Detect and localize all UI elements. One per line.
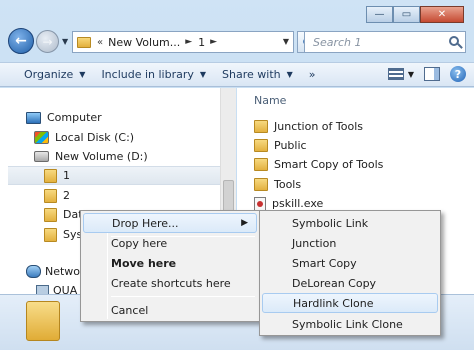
menu-item-symbolic-link[interactable]: Symbolic Link — [262, 213, 438, 233]
breadcrumb-arrow-icon[interactable]: ► — [185, 37, 192, 47]
folder-icon — [26, 301, 60, 341]
menu-item-cancel[interactable]: Cancel — [83, 300, 257, 320]
forward-button[interactable]: → — [36, 30, 59, 53]
tree-item-local-disk[interactable]: Local Disk (C:) — [0, 128, 220, 147]
file-name: Tools — [274, 178, 302, 191]
computer-icon — [26, 111, 41, 124]
drive-icon — [34, 151, 49, 162]
menu-item-label: Drop Here... — [112, 216, 179, 230]
minimize-button[interactable]: — — [366, 6, 393, 23]
folder-icon — [44, 207, 57, 222]
breadcrumb-new-volume[interactable]: New Volum... — [108, 36, 180, 49]
menu-item-label: Symbolic Link — [292, 216, 369, 230]
list-item[interactable]: Junction of Tools — [254, 117, 363, 136]
folder-icon — [254, 139, 268, 152]
menu-item-copy-here[interactable]: Copy here — [83, 233, 257, 253]
organize-button[interactable]: Organize ▼ — [16, 63, 93, 86]
file-name: Smart Copy of Tools — [274, 158, 384, 171]
folder-icon — [77, 36, 91, 48]
file-name: pskill.exe — [272, 197, 324, 210]
chevron-down-icon: ▼ — [286, 70, 293, 79]
tree-item-label: Netwo — [45, 265, 81, 278]
submenu-arrow-icon: ▶ — [241, 218, 248, 228]
menu-item-hardlink-clone[interactable]: Hardlink Clone — [262, 293, 438, 313]
more-commands-label: » — [308, 68, 316, 81]
folder-icon — [254, 158, 268, 171]
list-item[interactable]: Tools — [254, 175, 301, 194]
include-in-library-button[interactable]: Include in library ▼ — [93, 63, 214, 86]
breadcrumb-arrow-icon[interactable]: ► — [210, 37, 217, 47]
tree-item-2[interactable]: 2 — [0, 186, 220, 205]
explorer-window: — ▭ ✕ ← → ▼ « New Volum... ► 1 ► ▼ ⟳ Sea… — [0, 0, 474, 350]
help-icon[interactable]: ? — [450, 66, 466, 82]
folder-icon — [44, 188, 57, 203]
list-item[interactable]: Smart Copy of Tools — [254, 155, 383, 174]
drop-here-submenu: Symbolic Link Junction Smart Copy DeLore… — [259, 210, 441, 336]
search-placeholder: Search 1 — [313, 35, 362, 49]
menu-item-delorean-copy[interactable]: DeLorean Copy — [262, 273, 438, 293]
tree-item-label: Computer — [47, 111, 102, 124]
include-in-library-label: Include in library — [101, 68, 194, 81]
menu-separator — [111, 296, 255, 297]
menu-item-symbolic-link-clone[interactable]: Symbolic Link Clone — [262, 314, 438, 334]
menu-item-drop-here[interactable]: Drop Here... ▶ — [83, 213, 257, 233]
menu-item-label: DeLorean Copy — [292, 276, 377, 290]
menu-item-label: Move here — [111, 256, 177, 270]
tree-item-label: New Volume (D:) — [55, 150, 148, 163]
navigation-bar: ← → ▼ « New Volum... ► 1 ► ▼ ⟳ Search 1 — [6, 28, 468, 56]
exe-icon — [254, 196, 266, 211]
menu-item-move-here[interactable]: Move here — [83, 253, 257, 273]
tree-item-label: 1 — [63, 169, 70, 182]
toolbar-right: ▼ ? — [387, 66, 466, 82]
chevron-down-icon: ▼ — [79, 70, 86, 79]
folder-icon — [254, 120, 268, 133]
tree-item-label: Local Disk (C:) — [55, 131, 135, 144]
search-input[interactable]: Search 1 — [304, 31, 466, 53]
folder-icon — [254, 178, 268, 191]
close-button[interactable]: ✕ — [420, 6, 464, 23]
menu-item-label: Cancel — [111, 303, 149, 317]
menu-item-label: Symbolic Link Clone — [292, 317, 403, 331]
address-dropdown-icon[interactable]: ▼ — [283, 37, 289, 46]
tree-item-label: 2 — [63, 189, 70, 202]
menu-item-create-shortcuts[interactable]: Create shortcuts here — [83, 273, 257, 293]
search-icon[interactable] — [449, 36, 459, 46]
file-name: Public — [274, 139, 307, 152]
list-item[interactable]: Public — [254, 136, 307, 155]
menu-item-label: Hardlink Clone — [293, 296, 374, 310]
preview-pane-icon[interactable] — [424, 67, 440, 81]
folder-icon — [44, 168, 57, 183]
address-bar[interactable]: « New Volum... ► 1 ► ▼ — [72, 31, 294, 53]
more-commands-button[interactable]: » — [301, 63, 324, 86]
recent-pages-icon[interactable]: ▼ — [62, 37, 68, 46]
menu-item-label: Smart Copy — [292, 256, 357, 270]
maximize-button[interactable]: ▭ — [393, 6, 420, 23]
tree-item-new-volume[interactable]: New Volume (D:) — [0, 147, 220, 166]
tree-item-computer[interactable]: Computer — [0, 108, 220, 127]
menu-item-smart-copy[interactable]: Smart Copy — [262, 253, 438, 273]
caption-buttons: — ▭ ✕ — [366, 6, 464, 23]
folder-icon — [44, 227, 57, 242]
chevron-down-icon: ▼ — [199, 70, 207, 79]
back-button[interactable]: ← — [8, 28, 34, 54]
network-icon — [26, 265, 41, 278]
organize-label: Organize — [24, 68, 74, 81]
share-with-button[interactable]: Share with ▼ — [214, 63, 301, 86]
change-view-icon[interactable] — [387, 68, 404, 80]
command-bar: Organize ▼ Include in library ▼ Share wi… — [0, 62, 474, 87]
menu-item-junction[interactable]: Junction — [262, 233, 438, 253]
file-name: Junction of Tools — [274, 120, 363, 133]
chevron-down-icon[interactable]: ▼ — [408, 70, 414, 79]
breadcrumb-1[interactable]: 1 — [198, 36, 205, 49]
tree-item-1[interactable]: 1 — [8, 166, 220, 185]
drive-icon — [34, 131, 49, 144]
menu-item-label: Create shortcuts here — [111, 276, 231, 290]
context-menu: Drop Here... ▶ Copy here Move here Creat… — [80, 210, 260, 322]
breadcrumb-overflow[interactable]: « — [97, 37, 103, 48]
menu-item-label: Junction — [292, 236, 337, 250]
share-with-label: Share with — [222, 68, 281, 81]
column-header-name[interactable]: Name — [254, 94, 286, 107]
menu-item-label: Copy here — [111, 236, 168, 250]
